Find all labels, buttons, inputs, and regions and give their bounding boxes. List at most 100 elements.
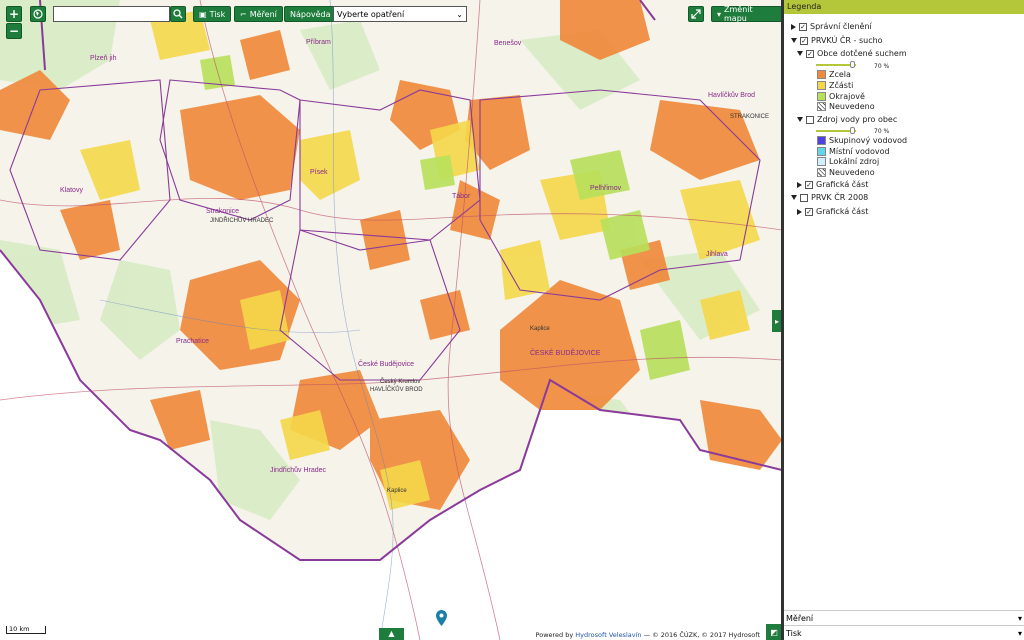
measure-label: Měření <box>249 9 277 19</box>
measure-select[interactable]: Vyberte opatření ⌄ <box>333 6 467 22</box>
legend-item-neuvedeno: Neuvedeno <box>817 102 875 111</box>
checkbox[interactable] <box>800 193 808 202</box>
map-label: HAVLÍČKŮV BROD <box>370 386 423 393</box>
swatch <box>817 92 826 101</box>
legend-label: Okrajově <box>829 92 865 101</box>
caret-up-icon: ▲ <box>388 629 395 638</box>
map-label: České Budějovice <box>358 359 414 368</box>
legend-label: Zdroj vody pro obec <box>817 115 898 124</box>
print-panel-header[interactable]: Tisk ▾ <box>784 625 1024 640</box>
legend-label: Grafická část <box>816 180 869 189</box>
print-label: Tisk <box>209 9 226 19</box>
attribution: Powered by Hydrosoft Veleslavín — © 2016… <box>533 631 762 639</box>
arrow-icon: ◩ <box>770 627 778 637</box>
expand-icon[interactable] <box>797 181 802 188</box>
legend-item-neuvedeno-2: Neuvedeno <box>817 168 875 177</box>
chevron-down-icon: ▾ <box>1017 629 1022 638</box>
legend-item-zcasti: Zčásti <box>817 81 853 90</box>
ruler-icon: ⌐ <box>240 9 247 19</box>
map-label: Prachatice <box>176 338 209 345</box>
checkbox[interactable]: ✓ <box>805 207 813 216</box>
legend-title: Legenda <box>784 0 1024 14</box>
expand-bottom-button[interactable]: ▲ <box>379 628 404 640</box>
swatch <box>817 168 826 177</box>
legend-item-okrajove: Okrajově <box>817 92 865 101</box>
legend-panel: Legenda ✓ Správní členění ✓ PRVKÚ ČR - s… <box>784 0 1024 640</box>
map-label: Plzeň jih <box>90 55 117 62</box>
checkbox[interactable]: ✓ <box>799 22 807 31</box>
swatch <box>817 70 826 79</box>
legend-row-spravni[interactable]: ✓ Správní členění <box>791 22 872 31</box>
map-label: ČESKÉ BUDĚJOVICE <box>530 348 601 357</box>
map-label: Jindřichův Hradec <box>270 466 327 474</box>
checkbox[interactable]: ✓ <box>805 180 813 189</box>
legend-row-obce[interactable]: ✓ Obce dotčené suchem <box>797 49 907 58</box>
collapse-icon[interactable] <box>797 51 803 56</box>
legend-label: Místní vodovod <box>829 147 890 156</box>
zoom-in-button[interactable]: + <box>6 6 22 22</box>
opacity-slider-handle[interactable] <box>850 61 855 68</box>
globe-button[interactable] <box>30 6 46 22</box>
checkbox[interactable]: ✓ <box>800 36 808 45</box>
collapse-icon[interactable] <box>797 117 803 122</box>
opacity-slider-handle[interactable] <box>850 127 855 134</box>
legend-row-prvk-2008[interactable]: PRVK ČR 2008 <box>791 193 868 202</box>
map-label: Příbram <box>306 39 331 46</box>
measure-panel-header[interactable]: Měření ▾ <box>784 610 1024 625</box>
search-button[interactable] <box>170 6 186 22</box>
print-panel-label: Tisk <box>786 629 802 638</box>
map-label: Písek <box>310 169 328 176</box>
map-label: Jihlava <box>706 251 728 258</box>
corner-button[interactable]: ◩ <box>766 624 782 640</box>
legend-label: Neuvedeno <box>829 102 875 111</box>
expand-icon[interactable] <box>797 208 802 215</box>
change-map-button[interactable]: ▾ Změnit mapu <box>711 5 782 23</box>
chevron-down-icon: ⌄ <box>456 9 463 19</box>
collapse-icon[interactable] <box>791 195 797 200</box>
help-button[interactable]: Nápověda <box>284 6 337 22</box>
checkbox[interactable]: ✓ <box>806 49 814 58</box>
attribution-rest: — © 2016 ČÚZK, © 2017 Hydrosoft <box>643 631 760 639</box>
legend-item-mistni: Místní vodovod <box>817 147 890 156</box>
search-input[interactable] <box>53 6 170 22</box>
caret-down-icon: ▾ <box>717 9 722 19</box>
print-button[interactable]: ▣ Tisk <box>193 6 232 22</box>
opacity-value: 70 % <box>874 128 890 135</box>
swatch <box>817 157 826 166</box>
legend-label: Obce dotčené suchem <box>817 49 907 58</box>
legend-label: Grafická část <box>816 207 869 216</box>
legend-row-graficka-2[interactable]: ✓ Grafická část <box>797 207 868 216</box>
map-label: Pelhřimov <box>590 185 622 192</box>
map-label: Český Krumlov <box>380 378 420 385</box>
map-label: STRAKONICE <box>730 114 769 120</box>
map-view[interactable]: Plzeň jih Příbram Benešov Havlíčkův Brod… <box>0 0 782 640</box>
legend-row-prvku-sucho[interactable]: ✓ PRVKÚ ČR - sucho <box>791 36 883 45</box>
legend-row-graficka[interactable]: ✓ Grafická část <box>797 180 868 189</box>
expand-icon[interactable] <box>791 23 796 30</box>
checkbox[interactable] <box>806 115 814 124</box>
collapse-icon[interactable] <box>791 38 797 43</box>
opacity-value: 70 % <box>874 63 890 70</box>
attribution-link[interactable]: Hydrosoft Veleslavín <box>575 631 641 639</box>
map-label: Havlíčkův Brod <box>708 91 755 99</box>
map-label: Strakonice <box>206 208 239 215</box>
zoom-out-button[interactable]: − <box>6 23 22 39</box>
map-label: Benešov <box>494 40 522 47</box>
location-pin-icon[interactable] <box>436 610 447 626</box>
legend-label: Zcela <box>829 70 851 79</box>
legend-label: Neuvedeno <box>829 168 875 177</box>
search-icon <box>173 9 183 19</box>
expand-icon <box>691 9 701 19</box>
chevron-right-icon: ▸ <box>774 316 779 326</box>
map-canvas[interactable]: Plzeň jih Příbram Benešov Havlíčkův Brod… <box>0 0 782 640</box>
map-label: JINDŘICHŮV HRADEC <box>210 216 274 224</box>
fullscreen-button[interactable] <box>688 6 704 22</box>
chevron-down-icon: ▾ <box>1017 614 1022 623</box>
legend-row-zdroj[interactable]: Zdroj vody pro obec <box>797 115 897 124</box>
change-map-label: Změnit mapu <box>724 5 753 23</box>
attribution-prefix: Powered by <box>535 631 574 639</box>
swatch <box>817 81 826 90</box>
legend-label: Lokální zdroj <box>829 157 880 166</box>
measure-button[interactable]: ⌐ Měření <box>234 6 283 22</box>
legend-label: PRVKÚ ČR - sucho <box>811 36 883 45</box>
